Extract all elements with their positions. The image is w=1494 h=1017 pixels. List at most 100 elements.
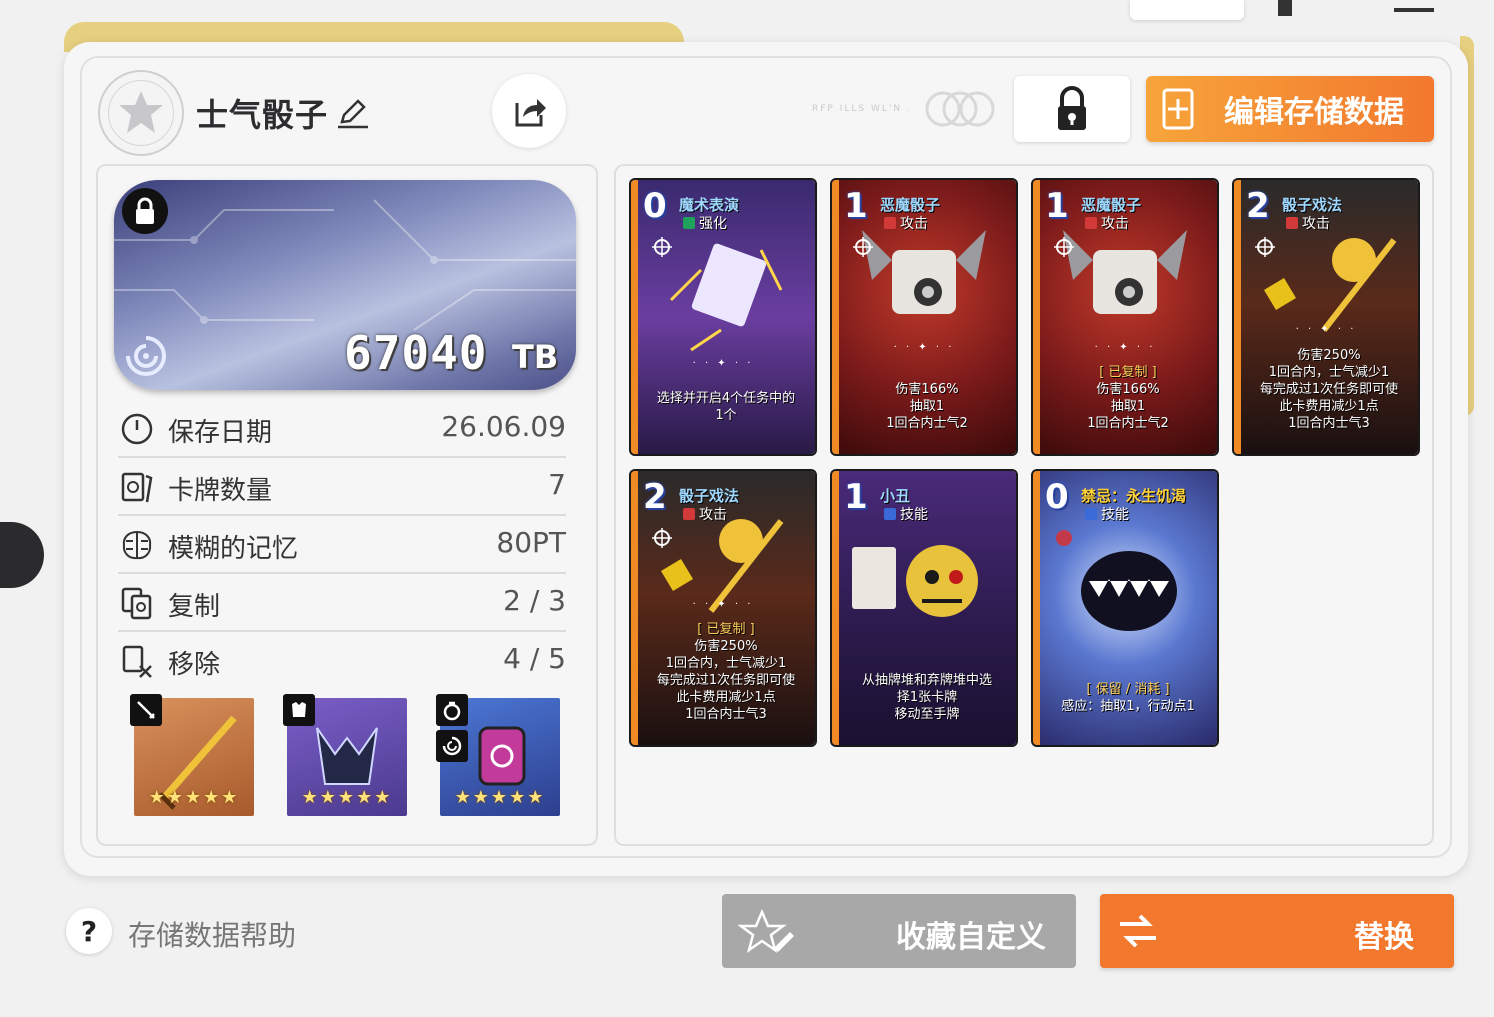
card-description: [ 已复制 ] 伤害250% 1回合内，士气减少1 每完成过1次任务即可使 此卡费用减…: [639, 621, 813, 723]
share-button[interactable]: [492, 74, 566, 148]
card-name: 禁忌：永生饥渴: [1081, 487, 1187, 505]
card-type: 技能: [1085, 504, 1129, 524]
target-icon: [1255, 237, 1275, 257]
swap-button[interactable]: 替换: [1100, 894, 1454, 968]
hexagram-icon: [119, 91, 163, 133]
help-button[interactable]: ?: [66, 908, 112, 954]
faint-caption: RFP ILLS WL'N .: [812, 104, 912, 114]
side-handle[interactable]: [0, 522, 44, 588]
card-clown[interactable]: 1 小丑 技能 从抽牌堆和弃牌堆中选 择1张卡牌 移动至手牌: [832, 471, 1016, 745]
equipment-stars: ★★★★★: [148, 787, 240, 808]
card-dice-trick-copy[interactable]: 2 骰子戏法 攻击 · · ✦ · · [ 已复制 ] 伤害250% 1回合内，士…: [631, 471, 815, 745]
card-divider: · · ✦ · ·: [1295, 324, 1357, 335]
attack-icon: [884, 217, 896, 229]
card-type: 技能: [884, 504, 928, 524]
stat-label: 移除: [168, 650, 221, 680]
rings-icon: [925, 91, 995, 127]
card-type: 攻击: [1085, 213, 1129, 233]
pencil-icon[interactable]: [336, 96, 370, 130]
clock-icon: [121, 413, 153, 445]
card-name: 小丑: [880, 487, 911, 505]
favorite-custom-button[interactable]: 收藏自定义: [722, 894, 1076, 968]
currency-amount: 67040: [344, 326, 488, 380]
equipment-stars: ★★★★★: [454, 787, 546, 808]
card-tag: [ 保留 / 消耗 ]: [1086, 682, 1170, 697]
card-demon-dice[interactable]: 1 恶魔骰子 攻击 · · ✦ · · 伤害166% 抽取1 1回合内士气2: [832, 180, 1016, 454]
stat-label: 卡牌数量: [168, 476, 273, 506]
favorite-custom-label: 收藏自定义: [896, 920, 1046, 955]
brain-icon: [122, 530, 152, 560]
card-name: 魔术表演: [679, 196, 740, 214]
target-icon: [853, 237, 873, 257]
help-label[interactable]: 存储数据帮助: [128, 914, 296, 954]
stat-row-blurred-memory: 模糊的记忆 80PT: [118, 516, 566, 574]
lock-icon: [1058, 86, 1086, 130]
skill-icon: [884, 508, 896, 520]
attack-icon: [683, 508, 695, 520]
attack-icon: [1286, 217, 1298, 229]
lock-button[interactable]: [1014, 76, 1130, 142]
stat-value: 7: [548, 468, 566, 501]
card-cost: 2: [1246, 186, 1270, 226]
copy-icon: [121, 587, 152, 620]
card-forbidden-eternal-hunger[interactable]: 0 禁忌：永生饥渴 技能 [ 保留 / 消耗 ] 感应：抽取1，行动点1: [1033, 471, 1217, 745]
stat-row-save-date: 保存日期 26.06.09: [118, 400, 566, 458]
edit-save-data-button[interactable]: 编辑存储数据: [1146, 76, 1434, 142]
card-type: 攻击: [1286, 213, 1330, 233]
card-magic-show[interactable]: 0 魔术表演 强化 · · ✦ · · 选择并开启4个任务中的1个: [631, 180, 815, 454]
stat-label: 模糊的记忆: [168, 534, 299, 564]
card-tag: [ 已复制 ]: [697, 622, 755, 637]
armor-icon: [283, 694, 315, 726]
top-shop-tab[interactable]: [1264, 0, 1340, 20]
card-cost: 0: [643, 186, 667, 226]
equipment-armor[interactable]: ★★★★★: [283, 694, 407, 816]
stat-value: 4 / 5: [503, 642, 566, 675]
stat-label: 复制: [168, 592, 221, 622]
remove-icon: [122, 645, 152, 678]
profile-name: 士气骰子: [196, 96, 329, 134]
card-edit-icon: [1162, 88, 1194, 130]
card-divider: · · ✦ · ·: [692, 599, 754, 610]
card-description: 伤害250% 1回合内，士气减少1 每完成过1次任务即可使 此卡费用减少1点 1回合内士…: [1259, 348, 1399, 431]
card-description: [ 已复制 ] 伤害166% 抽取1 1回合内士气2: [1041, 364, 1215, 432]
card-description: 从抽牌堆和弃牌堆中选 择1张卡牌 移动至手牌: [861, 673, 992, 722]
stat-row-copy: 复制 2 / 3: [118, 574, 566, 632]
card-name: 骰子戏法: [679, 487, 740, 505]
swap-arrows-icon: [1120, 914, 1156, 948]
target-icon: [652, 528, 672, 548]
sword-icon: [130, 694, 162, 726]
card-cost: 2: [643, 477, 667, 517]
card-cost: 1: [1045, 186, 1069, 226]
equipment-stars: ★★★★★: [301, 787, 393, 808]
stat-value: 80PT: [496, 526, 566, 559]
star-edit-icon: [738, 908, 794, 953]
enhance-icon: [683, 217, 695, 229]
menu-icon[interactable]: [1380, 0, 1450, 20]
top-menu-tab[interactable]: [1130, 0, 1244, 20]
attack-icon: [1085, 217, 1097, 229]
swirl-badge-icon: [1056, 530, 1072, 546]
equipment-weapon[interactable]: ★★★★★: [130, 694, 254, 816]
stat-row-remove: 移除 4 / 5: [118, 632, 566, 688]
card-name: 恶魔骰子: [880, 196, 941, 214]
avatar[interactable]: [98, 70, 184, 156]
card-description: 选择并开启4个任务中的1个: [656, 391, 796, 423]
card-description: 伤害166% 抽取1 1回合内士气2: [886, 382, 968, 431]
card-divider: · · ✦ · ·: [692, 358, 754, 369]
equipment-accessory[interactable]: ★★★★★: [436, 694, 560, 816]
card-dice-trick[interactable]: 2 骰子戏法 攻击 · · ✦ · · 伤害250% 1回合内，士气减少1 每完成过…: [1234, 180, 1418, 454]
stat-value: 26.06.09: [441, 410, 566, 443]
card-cost: 1: [844, 186, 868, 226]
target-icon: [1054, 237, 1074, 257]
card-name: 骰子戏法: [1282, 196, 1343, 214]
card-name: 恶魔骰子: [1081, 196, 1142, 214]
cards-icon: [121, 472, 153, 503]
ring-icon: [436, 694, 468, 726]
card-demon-dice-copy[interactable]: 1 恶魔骰子 攻击 · · ✦ · · [ 已复制 ] 伤害166% 抽取1 1回合…: [1033, 180, 1217, 454]
card-description: [ 保留 / 消耗 ] 感应：抽取1，行动点1: [1041, 681, 1215, 715]
card-type: 强化: [683, 213, 727, 233]
share-icon: [515, 99, 546, 127]
card-type: 攻击: [683, 504, 727, 524]
stat-row-card-count: 卡牌数量 7: [118, 458, 566, 516]
currency-unit: TB: [512, 338, 559, 376]
